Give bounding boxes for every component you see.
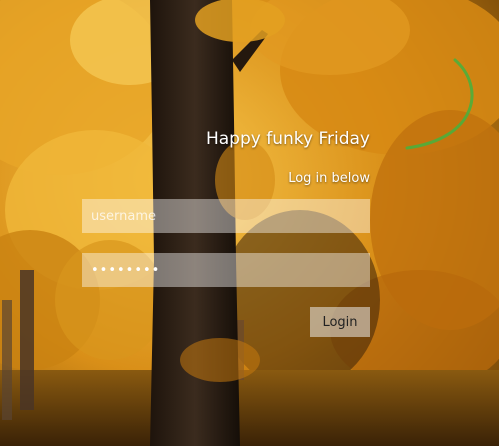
- login-panel: Happy funky Friday Log in below Login: [0, 0, 499, 446]
- loading-arc-icon: [405, 58, 474, 150]
- login-instruction: Log in below: [288, 171, 370, 186]
- login-button[interactable]: Login: [310, 307, 370, 337]
- password-input[interactable]: [82, 253, 370, 287]
- username-input[interactable]: [82, 199, 370, 233]
- greeting-title: Happy funky Friday: [205, 129, 370, 149]
